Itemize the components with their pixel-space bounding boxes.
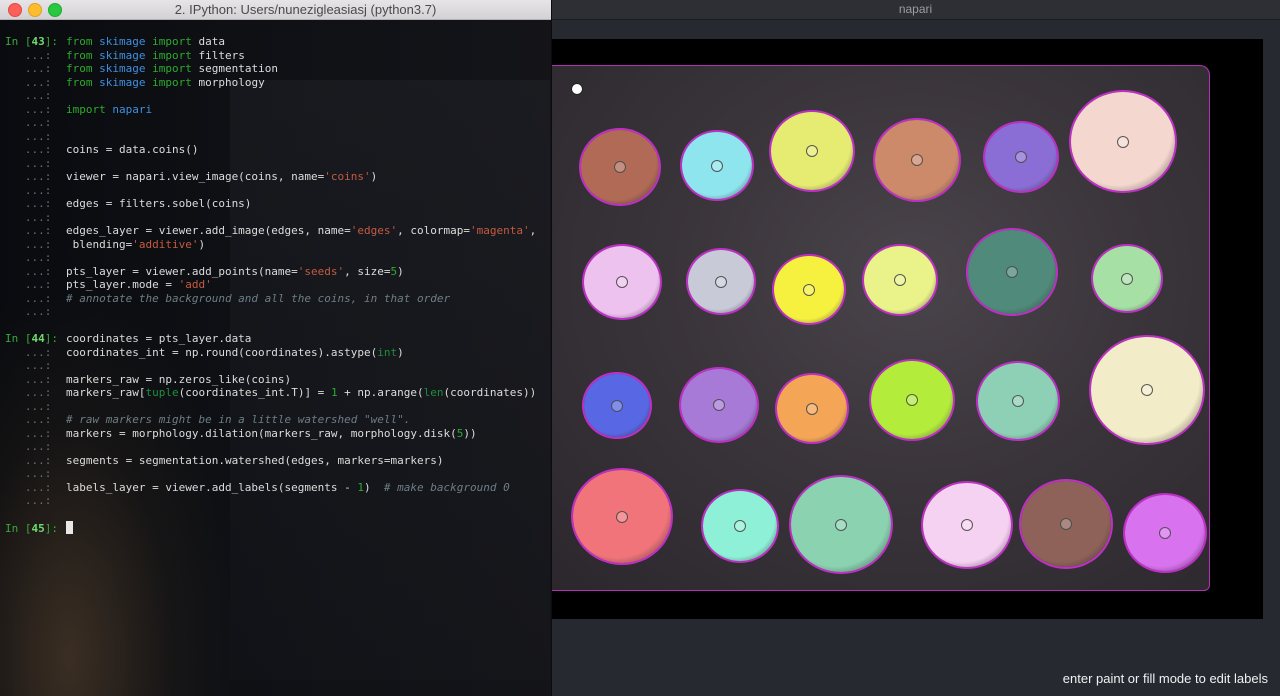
- code-line: ...: markers = morphology.dilation(marke…: [5, 426, 477, 440]
- code-line: ...: import napari: [5, 102, 153, 116]
- coin-label-4[interactable]: [875, 120, 959, 200]
- code-line: ...:: [5, 156, 58, 170]
- code-line: ...:: [5, 210, 58, 224]
- coin-label-13[interactable]: [584, 374, 650, 437]
- code-line: ...: # raw markers might be in a little …: [5, 413, 411, 426]
- ipython-session[interactable]: In [43]: from skimage import data ...: f…: [5, 35, 551, 535]
- code-line: ...: edges_layer = viewer.add_image(edge…: [5, 224, 537, 237]
- code-line: ...:: [5, 440, 58, 453]
- input-prompt: In [44]:: [5, 332, 65, 345]
- coin-label-1[interactable]: [581, 130, 659, 204]
- terminal-titlebar[interactable]: 2. IPython: Users/nunezigleasiasj (pytho…: [0, 0, 551, 20]
- coin-label-24[interactable]: [1125, 495, 1205, 571]
- coin-label-9[interactable]: [774, 256, 844, 323]
- code-line: ...:: [5, 129, 58, 143]
- terminal-window-title: 2. IPython: Users/nunezigleasiasj (pytho…: [174, 2, 437, 17]
- napari-status-message: enter paint or fill mode to edit labels: [1062, 671, 1268, 686]
- coins-image-layer[interactable]: [551, 65, 1210, 591]
- code-line: ...: edges = filters.sobel(coins): [5, 197, 252, 210]
- coin-label-23[interactable]: [1021, 481, 1111, 567]
- coin-label-7[interactable]: [584, 246, 660, 318]
- coin-label-12[interactable]: [1093, 246, 1161, 311]
- napari-window-title: napari: [898, 2, 933, 16]
- coin-label-16[interactable]: [871, 361, 953, 439]
- coin-label-8[interactable]: [688, 250, 754, 313]
- code-line: ...:: [5, 467, 58, 480]
- code-line: ...:: [5, 116, 58, 129]
- code-line: ...: segments = segmentation.watershed(e…: [5, 453, 444, 467]
- napari-canvas[interactable]: [551, 39, 1263, 619]
- code-line: ...: from skimage import segmentation: [5, 62, 278, 75]
- code-line: ...:: [5, 183, 58, 197]
- coin-label-22[interactable]: [923, 483, 1011, 567]
- coin-label-21[interactable]: [791, 477, 891, 572]
- coin-label-5[interactable]: [985, 123, 1057, 191]
- code-line: ...: markers_raw = np.zeros_like(coins): [5, 372, 292, 386]
- coin-label-19[interactable]: [573, 470, 671, 563]
- code-line: ...:: [5, 89, 58, 102]
- coin-label-15[interactable]: [777, 375, 847, 442]
- code-line: In [44]: coordinates = pts_layer.data: [5, 332, 252, 345]
- minimize-button[interactable]: [28, 3, 42, 17]
- code-line: ...:: [5, 399, 58, 413]
- close-button[interactable]: [8, 3, 22, 17]
- code-line[interactable]: In [45]:: [5, 521, 551, 535]
- background-seed-point[interactable]: [571, 83, 583, 95]
- terminal-window[interactable]: 2. IPython: Users/nunezigleasiasj (pytho…: [0, 0, 552, 696]
- code-line: ...:: [5, 494, 58, 507]
- code-line: ...: from skimage import filters: [5, 48, 245, 62]
- coin-label-2[interactable]: [682, 132, 752, 199]
- coin-label-6[interactable]: [1071, 92, 1175, 191]
- code-line: ...: from skimage import morphology: [5, 75, 265, 89]
- code-line: ...: pts_layer = viewer.add_points(name=…: [5, 264, 404, 278]
- coin-label-11[interactable]: [968, 230, 1056, 314]
- code-line: ...:: [5, 251, 58, 264]
- text-cursor: [66, 521, 73, 534]
- input-prompt: In [43]:: [5, 35, 65, 48]
- coin-label-20[interactable]: [703, 491, 777, 561]
- code-line: ...: viewer = napari.view_image(coins, n…: [5, 170, 378, 183]
- code-line: ...: labels_layer = viewer.add_labels(se…: [5, 480, 510, 494]
- code-line: In [43]: from skimage import data: [5, 35, 225, 48]
- code-line: ...: blending='additive'): [5, 237, 206, 251]
- code-line: ...: coins = data.coins(): [5, 143, 199, 156]
- code-line: ...:: [5, 359, 58, 372]
- maximize-button[interactable]: [48, 3, 62, 17]
- coin-label-17[interactable]: [978, 363, 1058, 439]
- code-line: ...:: [5, 305, 58, 318]
- coin-label-18[interactable]: [1091, 337, 1203, 443]
- coin-label-10[interactable]: [864, 246, 936, 314]
- code-line: ...: # annotate the background and all t…: [5, 291, 451, 305]
- code-line: ...: pts_layer.mode = 'add': [5, 278, 212, 291]
- coin-label-3[interactable]: [771, 112, 853, 190]
- coin-label-14[interactable]: [681, 369, 757, 441]
- code-line: ...: coordinates_int = np.round(coordina…: [5, 345, 404, 359]
- code-line: ...: markers_raw[tuple(coordinates_int.T…: [5, 386, 537, 399]
- input-prompt: In [45]:: [5, 522, 65, 535]
